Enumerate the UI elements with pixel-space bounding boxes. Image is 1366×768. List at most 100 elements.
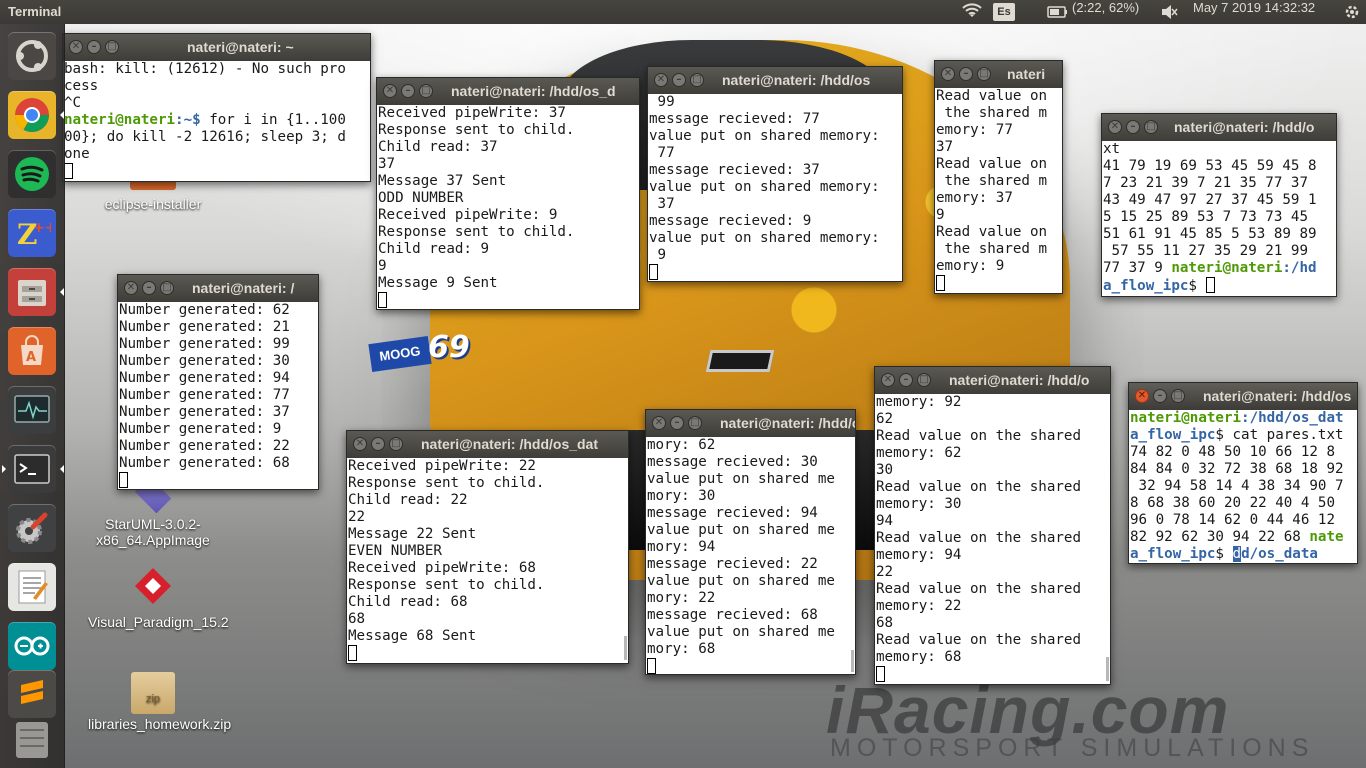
minimize-button[interactable]: –: [672, 73, 686, 87]
maximize-button[interactable]: □: [688, 416, 702, 430]
launcher-spotify[interactable]: [8, 150, 56, 198]
terminal-output[interactable]: memory: 92 62 Read value on the shared m…: [875, 394, 1110, 684]
minimize-button[interactable]: –: [87, 40, 101, 54]
terminal-window-odd-list[interactable]: ✕ – □ nateri@nateri: /hdd/o xt 41 79 19 …: [1101, 113, 1337, 297]
volume-muted-icon[interactable]: [1160, 0, 1178, 24]
title-bar[interactable]: ✕ – □ nateri@nateri: /: [118, 275, 318, 302]
terminal-window-shm-writer-2[interactable]: ✕ – □ nateri@nateri: /hdd/o mory: 62 mes…: [645, 409, 856, 675]
launcher-chrome[interactable]: [8, 91, 64, 139]
terminal-output[interactable]: nateri@nateri:/hdd/os_dat a_flow_ipc$ ca…: [1129, 410, 1357, 563]
close-button[interactable]: ✕: [353, 437, 367, 451]
minimize-button[interactable]: –: [1153, 389, 1167, 403]
title-bar[interactable]: ✕ – □ nateri@nateri: /hdd/os_dat: [347, 431, 628, 458]
minimize-button[interactable]: –: [959, 67, 973, 81]
close-button[interactable]: ✕: [881, 373, 895, 387]
maximize-button[interactable]: □: [389, 437, 403, 451]
clock[interactable]: May 7 2019 14:32:32: [1193, 0, 1315, 24]
maximize-button[interactable]: □: [419, 84, 433, 98]
terminal-output[interactable]: Read value on the shared m emory: 77 37 …: [935, 88, 1062, 293]
close-button[interactable]: ✕: [652, 416, 666, 430]
close-button[interactable]: ✕: [941, 67, 955, 81]
launcher-arduino[interactable]: [8, 622, 56, 670]
battery-status[interactable]: (2:22, 62%): [1072, 0, 1139, 24]
maximize-button[interactable]: □: [917, 373, 931, 387]
desktop-icon-visual-paradigm[interactable]: Visual_Paradigm_15.2: [88, 566, 229, 630]
launcher-software-center[interactable]: A: [8, 327, 56, 375]
output-line: Number generated: 30: [119, 353, 290, 369]
launcher-settings[interactable]: [8, 504, 56, 552]
terminal-window-home[interactable]: ✕ – □ nateri@nateri: ~ bash: kill: (1261…: [62, 33, 371, 182]
launcher-zplusplus[interactable]: Z ++: [8, 209, 56, 257]
close-button[interactable]: ✕: [69, 40, 83, 54]
terminal-window-parent-even[interactable]: ✕ – □ nateri@nateri: /hdd/os_dat Receive…: [346, 430, 629, 664]
terminal-window-parent-odd[interactable]: ✕ – □ nateri@nateri: /hdd/os_d Received …: [376, 77, 640, 310]
minimize-button[interactable]: –: [142, 281, 156, 295]
terminal-output[interactable]: bash: kill: (12612) - No such pro cess ^…: [63, 61, 370, 181]
desktop-icon-libraries-homework[interactable]: zip libraries_homework.zip: [88, 672, 231, 732]
output-line: 22: [348, 509, 366, 525]
launcher-system-monitor[interactable]: [8, 386, 56, 434]
launcher-text-editor[interactable]: [8, 563, 56, 611]
output-line: memory: 92: [876, 394, 962, 410]
battery-icon[interactable]: [1047, 0, 1069, 24]
maximize-button[interactable]: □: [160, 281, 174, 295]
maximize-button[interactable]: □: [1144, 120, 1158, 134]
maximize-button[interactable]: □: [105, 40, 119, 54]
close-button[interactable]: ✕: [654, 73, 668, 87]
keyboard-layout-indicator[interactable]: Es: [993, 3, 1015, 21]
close-button[interactable]: ✕: [383, 84, 397, 98]
maximize-button[interactable]: □: [690, 73, 704, 87]
title-bar[interactable]: ✕ – □ nateri: [935, 61, 1062, 88]
terminal-output[interactable]: xt 41 79 19 69 53 45 59 45 8 7 23 21 39 …: [1102, 141, 1336, 295]
launcher-trash[interactable]: [8, 714, 56, 762]
title-bar[interactable]: ✕ – □ nateri@nateri: /hdd/os_d: [377, 78, 639, 105]
output-line: message recieved: 22: [647, 556, 818, 572]
scrollbar[interactable]: [624, 636, 627, 660]
title-bar[interactable]: ✕ – □ nateri@nateri: /hdd/os: [1129, 383, 1357, 410]
minimize-button[interactable]: –: [401, 84, 415, 98]
terminal-output[interactable]: Number generated: 62 Number generated: 2…: [118, 302, 318, 489]
launcher-files[interactable]: [8, 268, 64, 316]
typed-command: d/os_data: [1241, 546, 1318, 562]
title-bar[interactable]: ✕ – □ nateri@nateri: ~: [63, 34, 370, 61]
terminal-output[interactable]: Received pipeWrite: 37 Response sent to …: [377, 105, 639, 309]
title-bar[interactable]: ✕ – □ nateri@nateri: /hdd/o: [1102, 114, 1336, 141]
scrollbar[interactable]: [1106, 657, 1109, 681]
output-line: 22: [876, 564, 894, 580]
terminal-window-number-generator[interactable]: ✕ – □ nateri@nateri: / Number generated:…: [117, 274, 319, 490]
terminal-window-even-list[interactable]: ✕ – □ nateri@nateri: /hdd/os nateri@nate…: [1128, 382, 1358, 564]
output-line: the shared m: [936, 105, 1048, 121]
terminal-window-shm-writer-1[interactable]: ✕ – □ nateri@nateri: /hdd/os 99 message …: [647, 66, 903, 282]
maximize-button[interactable]: □: [977, 67, 991, 81]
minimize-button[interactable]: –: [670, 416, 684, 430]
title-bar[interactable]: ✕ – □ nateri@nateri: /hdd/os: [648, 67, 902, 94]
settings-gear-icon[interactable]: [1344, 0, 1360, 24]
minimize-button[interactable]: –: [371, 437, 385, 451]
output-line: value put on shared me: [647, 624, 835, 640]
output-line: Number generated: 21: [119, 319, 290, 335]
terminal-output[interactable]: Received pipeWrite: 22 Response sent to …: [347, 458, 628, 663]
close-button[interactable]: ✕: [1135, 389, 1149, 403]
output-line: value put on shared memory:: [649, 230, 880, 246]
terminal-output[interactable]: mory: 62 message recieved: 30 value put …: [646, 437, 855, 674]
close-button[interactable]: ✕: [1108, 120, 1122, 134]
desktop-icon-staruml[interactable]: StarUML-3.0.2-x86_64.AppImage: [88, 476, 218, 548]
terminal-window-shm-reader-1[interactable]: ✕ – □ nateri Read value on the shared m …: [934, 60, 1063, 294]
output-line: Child read: 22: [348, 492, 468, 508]
output-line: 37: [649, 196, 675, 212]
title-bar[interactable]: ✕ – □ nateri@nateri: /hdd/o: [646, 410, 855, 437]
launcher-sublime[interactable]: [8, 670, 56, 718]
terminal-output[interactable]: 99 message recieved: 77 value put on sha…: [648, 94, 902, 281]
scrollbar[interactable]: [851, 650, 854, 672]
close-button[interactable]: ✕: [124, 281, 138, 295]
output-line: bash: kill: (12612) - No such pro: [64, 61, 346, 77]
wifi-icon[interactable]: [962, 0, 982, 24]
launcher-terminal[interactable]: [2, 445, 64, 493]
title-bar[interactable]: ✕ – □ nateri@nateri: /hdd/o: [875, 367, 1110, 394]
minimize-button[interactable]: –: [1126, 120, 1140, 134]
minimize-button[interactable]: –: [899, 373, 913, 387]
launcher-dash-home[interactable]: [8, 32, 56, 80]
terminal-window-shm-reader-2[interactable]: ✕ – □ nateri@nateri: /hdd/o memory: 92 6…: [874, 366, 1111, 685]
maximize-button[interactable]: □: [1171, 389, 1185, 403]
window-title: nateri@nateri: /hdd/os: [722, 72, 871, 88]
